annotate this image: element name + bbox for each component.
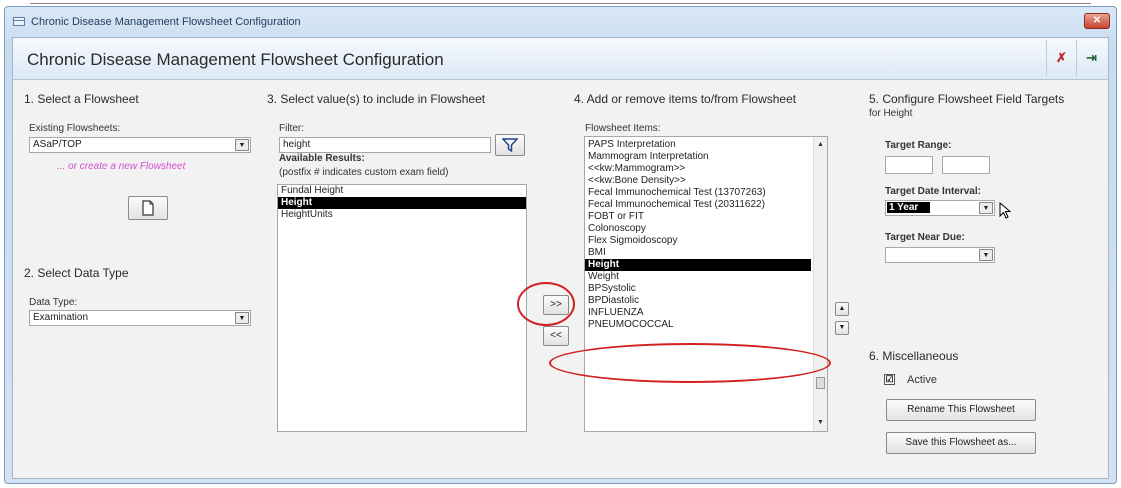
list-item[interactable]: BPSystolic [585,283,827,295]
existing-flowsheets-label: Existing Flowsheets: [29,123,121,134]
target-range-min-input[interactable] [885,156,933,174]
list-item[interactable]: <<kw:Bone Density>> [585,175,827,187]
chevron-down-icon[interactable]: ▼ [979,249,993,261]
data-type-value: Examination [33,312,89,323]
page-title: Chronic Disease Management Flowsheet Con… [27,50,444,69]
section-5-subtitle: for Height [869,108,913,119]
active-checkbox[interactable]: ☑ [884,374,895,385]
list-item[interactable]: PAPS Interpretation [585,139,827,151]
new-document-icon [142,200,154,216]
list-item[interactable]: Fecal Immunochemical Test (13707263) [585,187,827,199]
filter-button[interactable] [495,134,525,156]
target-near-due-select[interactable]: ▼ [885,247,995,263]
window-icon [13,17,25,26]
title-bar: Chronic Disease Management Flowsheet Con… [5,7,1116,37]
section-1-title: 1. Select a Flowsheet [24,92,139,106]
list-item[interactable]: INFLUENZA [585,307,827,319]
filter-input[interactable]: height [279,137,491,153]
list-item[interactable]: Fecal Immunochemical Test (20311622) [585,199,827,211]
list-item[interactable]: Colonoscopy [585,223,827,235]
create-new-flowsheet-text: ... or create a new Flowsheet [57,161,186,172]
list-item[interactable]: Fundal Height [278,185,526,197]
chevron-down-icon[interactable]: ▼ [235,139,249,151]
list-item-selected[interactable]: Height [585,259,811,271]
dialog-window: Chronic Disease Management Flowsheet Con… [4,6,1117,484]
list-item[interactable]: <<kw:Mammogram>> [585,163,827,175]
target-range-max-input[interactable] [942,156,990,174]
list-item[interactable]: HeightUnits [278,209,526,221]
active-label: Active [907,374,937,386]
list-item[interactable]: Flex Sigmoidoscopy [585,235,827,247]
section-6-title: 6. Miscellaneous [869,349,959,363]
annotation-circle-height-item [549,343,831,383]
filter-icon [501,138,519,153]
new-flowsheet-button[interactable] [128,196,168,220]
flowsheet-items-scrollbar[interactable]: ▲ ▼ [813,137,827,431]
header-bar: Chronic Disease Management Flowsheet Con… [13,38,1108,80]
client-area: Chronic Disease Management Flowsheet Con… [12,37,1109,479]
remove-from-flowsheet-button[interactable]: << [543,326,569,346]
target-date-interval-label: Target Date Interval: [885,186,981,197]
window-title: Chronic Disease Management Flowsheet Con… [31,16,301,28]
main-content: 1. Select a Flowsheet Existing Flowsheet… [13,80,1108,478]
list-item[interactable]: BMI [585,247,827,259]
list-item[interactable]: FOBT or FIT [585,211,827,223]
list-item[interactable]: Mammogram Interpretation [585,151,827,163]
existing-flowsheets-select[interactable]: ASaP/TOP ▼ [29,137,251,153]
target-date-interval-value: 1 Year [887,202,931,213]
target-range-label: Target Range: [885,140,952,151]
move-down-button[interactable]: ▼ [835,321,849,335]
data-type-select[interactable]: Examination ▼ [29,310,251,326]
list-item[interactable]: PNEUMOCOCCAL [585,319,827,331]
list-item[interactable]: Weight [585,271,827,283]
list-item[interactable]: BPDiastolic [585,295,827,307]
list-item-selected[interactable]: Height [278,197,526,209]
chevron-down-icon[interactable]: ▼ [235,312,249,324]
flowsheet-items-label: Flowsheet Items: [585,123,661,134]
section-5-title: 5. Configure Flowsheet Field Targets [869,92,1065,106]
available-results-list[interactable]: Fundal Height Height HeightUnits [277,184,527,432]
scroll-up-icon[interactable]: ▲ [814,139,827,151]
section-2-title: 2. Select Data Type [24,266,129,280]
mouse-cursor-icon [999,202,1012,219]
data-type-label: Data Type: [29,297,78,308]
available-results-label: Available Results: [279,153,365,164]
close-button[interactable]: ✕ [1084,13,1110,29]
annotation-circle-add-button [517,282,575,326]
scroll-down-icon[interactable]: ▼ [814,417,827,429]
filter-label: Filter: [279,123,304,134]
chevron-down-icon[interactable]: ▼ [979,202,993,214]
flowsheet-items-list[interactable]: PAPS Interpretation Mammogram Interpreta… [584,136,828,432]
target-date-interval-select[interactable]: 1 Year ▼ [885,200,995,216]
undo-icon[interactable]: ✗ [1046,40,1076,76]
scrollbar-thumb[interactable] [816,377,825,389]
section-4-title: 4. Add or remove items to/from Flowsheet [574,92,797,106]
existing-flowsheets-value: ASaP/TOP [33,139,82,150]
postfix-note: (postfix # indicates custom exam field) [279,167,449,178]
target-near-due-label: Target Near Due: [885,232,965,243]
exit-icon[interactable]: ⇥ [1076,40,1106,76]
save-flowsheet-as-button[interactable]: Save this Flowsheet as... [886,432,1036,454]
section-3-title: 3. Select value(s) to include in Flowshe… [267,92,486,106]
move-up-button[interactable]: ▲ [835,302,849,316]
rename-flowsheet-button[interactable]: Rename This Flowsheet [886,399,1036,421]
